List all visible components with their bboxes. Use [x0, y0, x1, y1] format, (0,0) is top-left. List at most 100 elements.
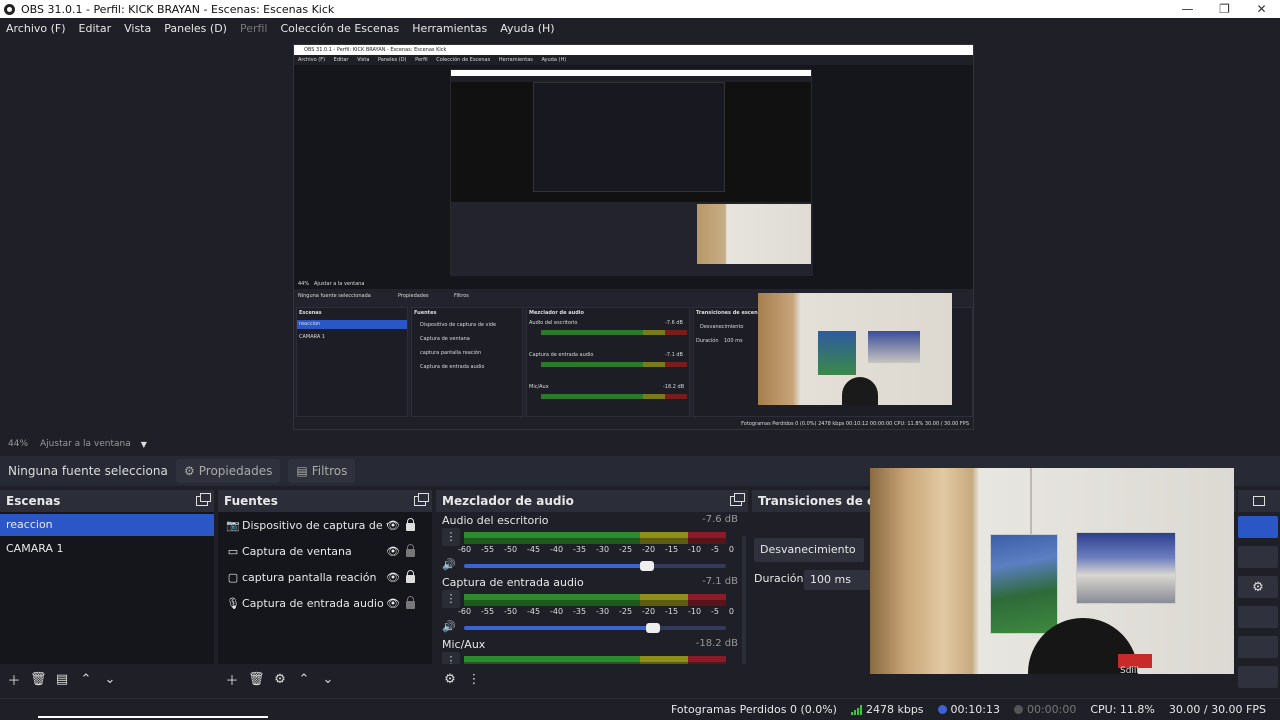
gear-icon[interactable]: ⚙	[272, 672, 288, 687]
maximize-button[interactable]: ❐	[1206, 0, 1243, 18]
properties-button[interactable]: ⚙ Propiedades	[176, 459, 281, 483]
meter-tick: -25	[619, 607, 633, 616]
undock-icon[interactable]	[730, 493, 745, 506]
chevron-down-icon[interactable]: ⌄	[102, 672, 118, 687]
menu-herramientas[interactable]: Herramientas	[412, 22, 487, 35]
undock-icon[interactable]	[196, 493, 211, 506]
painting	[990, 534, 1058, 634]
duration-input[interactable]: 100 ms	[804, 570, 874, 590]
obs-logo-icon	[4, 3, 15, 15]
filter-icon[interactable]: ▤	[54, 672, 70, 687]
lock-icon[interactable]	[406, 544, 415, 557]
lock-icon[interactable]	[406, 518, 415, 531]
scene-item-reaccion[interactable]: reaccion	[0, 514, 214, 536]
control-button[interactable]	[1238, 636, 1278, 658]
scenes-title: Escenas	[6, 494, 61, 508]
volume-slider[interactable]	[464, 623, 726, 633]
filters-button[interactable]: ▤ Filtros	[288, 459, 356, 483]
nested-source-4: Captura de entrada audio	[420, 364, 485, 370]
menu-vista[interactable]: Vista	[124, 22, 151, 35]
chevron-down-icon[interactable]: ▼	[141, 440, 147, 449]
source-label: captura pantalla reación	[242, 570, 377, 584]
minimize-button[interactable]: —	[1169, 0, 1206, 18]
control-button[interactable]	[1238, 516, 1278, 538]
chevron-up-icon[interactable]: ⌃	[296, 672, 312, 687]
scenes-list: reaccion CAMARA 1	[0, 512, 214, 664]
eye-icon[interactable]: 👁	[386, 519, 400, 532]
speaker-icon[interactable]: 🔊	[442, 620, 456, 633]
kebab-menu-icon[interactable]: ⋮	[466, 672, 482, 687]
speaker-icon[interactable]: 🔊	[442, 558, 456, 571]
nested-trans-title: Transiciones de escen	[696, 310, 758, 316]
window-title: OBS 31.0.1 - Perfil: KICK BRAYAN - Escen…	[21, 2, 335, 16]
source-label: Captura de ventana	[242, 544, 352, 558]
nested-webcam-level2	[697, 204, 811, 264]
mixer-scrollbar[interactable]	[742, 536, 746, 664]
sources-list: 📷 Dispositivo de captura de vide 👁 ▭ Cap…	[218, 512, 432, 664]
transition-select[interactable]: Desvanecimiento	[754, 538, 864, 562]
kebab-menu-icon[interactable]: ⋮	[442, 590, 460, 608]
meter-tick: -50	[504, 545, 518, 554]
meter-ticks: -60 -55 -50 -45 -40 -35 -30 -25 -20 -15 -10 -5 0	[458, 607, 734, 616]
zoom-percent: 44%	[8, 439, 29, 449]
eye-icon[interactable]: 👁	[386, 571, 400, 584]
menu-editar[interactable]: Editar	[79, 22, 112, 35]
slider-knob[interactable]	[640, 561, 655, 571]
control-button[interactable]	[1238, 666, 1278, 688]
chevron-down-icon[interactable]: ⌄	[320, 672, 336, 687]
menu-perfil[interactable]: Perfil	[240, 22, 268, 35]
menu-ayuda[interactable]: Ayuda (H)	[500, 22, 554, 35]
webcam-overlay: Sdiil	[870, 468, 1234, 674]
controls-header	[1238, 490, 1280, 512]
control-button[interactable]	[1238, 546, 1278, 568]
nested-menu-item: Perfil	[415, 57, 428, 63]
chevron-up-icon[interactable]: ⌃	[78, 672, 94, 687]
settings-button[interactable]: ⚙	[1238, 576, 1278, 598]
signal-icon	[850, 704, 862, 715]
trash-icon[interactable]: 🗑	[248, 672, 265, 687]
menu-coleccion-escenas[interactable]: Colección de Escenas	[281, 22, 400, 35]
eye-icon[interactable]: 👁	[386, 597, 400, 610]
sources-toolbar: ＋ 🗑 ⚙ ⌃ ⌄	[218, 664, 432, 694]
source-item[interactable]: ▢ captura pantalla reación 👁	[218, 564, 432, 590]
close-button[interactable]: ✕	[1243, 0, 1280, 18]
undock-icon[interactable]	[414, 493, 429, 506]
source-item[interactable]: 🎙 Captura de entrada audio 👁	[218, 590, 432, 616]
nested-zoom: 44%	[298, 281, 310, 287]
slider-knob[interactable]	[645, 623, 660, 633]
no-source-label: Ninguna fuente seleccionada	[8, 464, 168, 478]
lock-icon[interactable]	[406, 596, 415, 609]
nested-sources-panel: Fuentes Dispositivo de captura de vide C…	[411, 307, 523, 417]
meter-tick: -35	[573, 545, 587, 554]
control-button[interactable]	[1238, 606, 1278, 628]
monitor-icon: ▢	[227, 570, 239, 584]
scene-item-camara-1[interactable]: CAMARA 1	[0, 538, 214, 560]
add-icon[interactable]: ＋	[224, 670, 240, 689]
meter-tick: -55	[481, 607, 495, 616]
meter-tick: -60	[458, 607, 472, 616]
fps-counter: 30.00 / 30.00 FPS	[1168, 703, 1266, 716]
kebab-menu-icon[interactable]: ⋮	[442, 528, 460, 546]
menu-archivo[interactable]: Archivo (F)	[6, 22, 66, 35]
filter-icon: ▤	[296, 464, 308, 478]
source-item[interactable]: 📷 Dispositivo de captura de vide 👁	[218, 512, 432, 538]
channel-db: -7.1 dB	[702, 576, 738, 587]
undock-icon[interactable]	[1253, 496, 1265, 506]
lock-icon[interactable]	[406, 570, 415, 583]
nested-source-1: Dispositivo de captura de vide	[420, 322, 497, 328]
eye-icon[interactable]: 👁	[386, 545, 400, 558]
add-icon[interactable]: ＋	[6, 670, 22, 689]
trash-icon[interactable]: 🗑	[30, 672, 47, 687]
volume-slider[interactable]	[464, 561, 726, 571]
nested-menu-item: Herramientas	[498, 57, 533, 63]
menu-paneles[interactable]: Paneles (D)	[164, 22, 227, 35]
zoom-mode[interactable]: Ajustar a la ventana	[40, 439, 131, 449]
channel-db: -18.2 dB	[695, 638, 738, 649]
nested-preview-level2	[450, 69, 813, 276]
source-item[interactable]: ▭ Captura de ventana 👁	[218, 538, 432, 564]
nested-dur-label: Duración	[696, 338, 719, 344]
mixer-header: Mezclador de audio	[436, 490, 748, 512]
kebab-menu-icon[interactable]: ⋮	[442, 652, 460, 664]
meter-tick: -30	[596, 545, 610, 554]
advanced-audio-icon[interactable]: ⚙	[442, 672, 458, 687]
